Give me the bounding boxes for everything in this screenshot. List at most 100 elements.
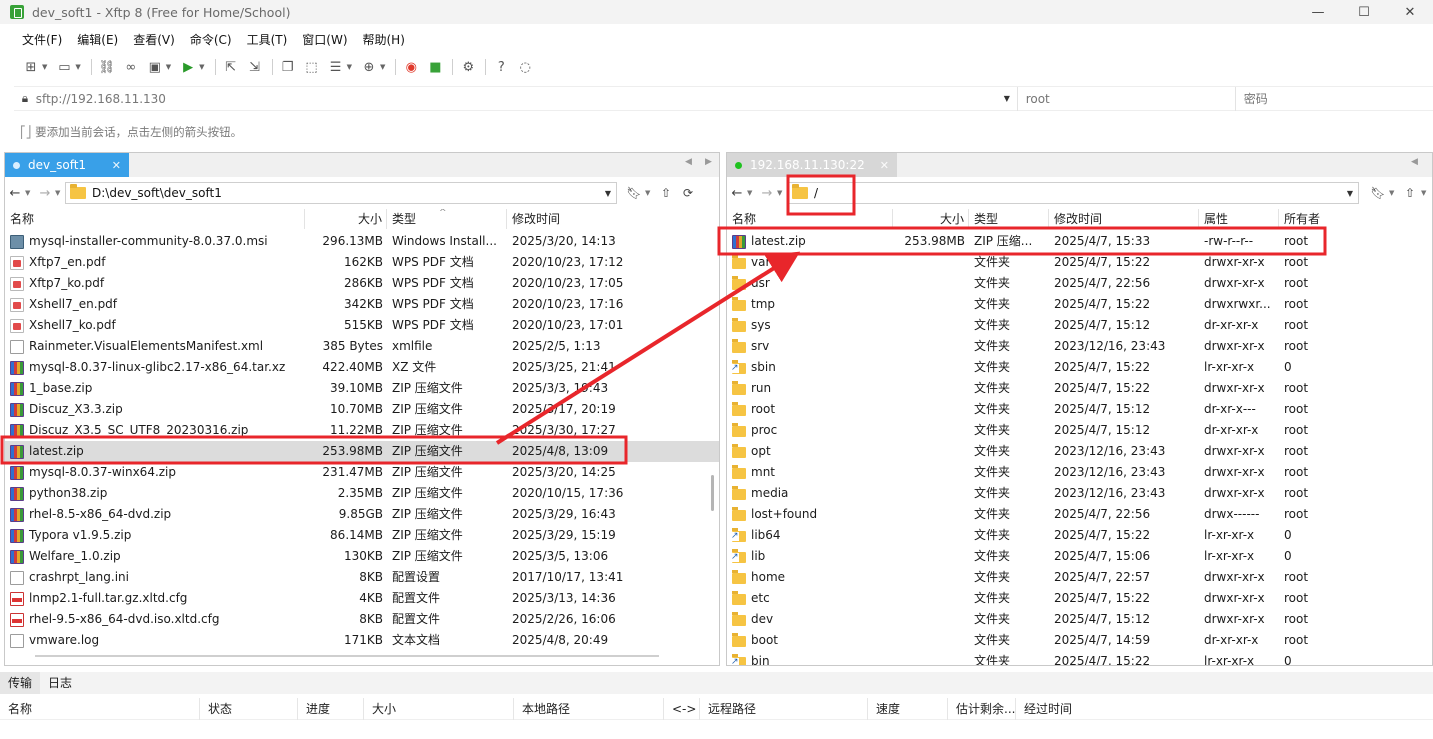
menu-file[interactable]: 文件(F) [22, 31, 62, 48]
file-row[interactable]: lib64 文件夹 2025/4/7, 15:22 lr-xr-xr-x 0 [727, 525, 1432, 546]
file-row[interactable]: opt 文件夹 2023/12/16, 23:43 drwxr-xr-x root [727, 441, 1432, 462]
file-row[interactable]: srv 文件夹 2023/12/16, 23:43 drwxr-xr-x root [727, 336, 1432, 357]
transfer-col-remote-path[interactable]: 远程路径 [700, 697, 868, 720]
menu-help[interactable]: 帮助(H) [363, 31, 405, 48]
address-dropdown-icon[interactable]: ▼ [997, 94, 1017, 103]
back-icon[interactable]: ← [727, 186, 747, 201]
file-row[interactable]: run 文件夹 2025/4/7, 15:22 drwxr-xr-x root [727, 378, 1432, 399]
file-row[interactable]: media 文件夹 2023/12/16, 23:43 drwxr-xr-x root [727, 483, 1432, 504]
xftp-icon[interactable]: ■ [426, 58, 444, 76]
file-row[interactable]: Welfare_1.0.zip 130KB ZIP 压缩文件 2025/3/5, 13… [5, 546, 719, 567]
file-row[interactable]: Discuz_X3.3.zip 10.70MB ZIP 压缩文件 2025/3/17,… [5, 399, 719, 420]
file-row[interactable]: proc 文件夹 2025/4/7, 15:12 dr-xr-xr-x root [727, 420, 1432, 441]
copy-icon[interactable]: ❐ [279, 58, 297, 76]
reconnect-icon[interactable]: ∞ [122, 58, 140, 76]
file-row[interactable]: rhel-9.5-x86_64-dvd.iso.xltd.cfg 8KB 配置文件 2… [5, 609, 719, 630]
file-row[interactable]: tmp 文件夹 2025/4/7, 15:22 drwxrwxr... root [727, 294, 1432, 315]
help-icon[interactable]: ? [492, 58, 510, 76]
tab-transfer[interactable]: 传输 [0, 672, 41, 694]
tab-next-icon[interactable]: ▶ [705, 157, 712, 167]
chevron-down-icon[interactable]: ▼ [380, 63, 385, 71]
chevron-down-icon[interactable]: ▼ [199, 63, 204, 71]
transfer-col-direction[interactable]: <-> [664, 697, 700, 720]
bookmark-icon[interactable]: 🔖︎ [623, 186, 645, 200]
menu-tools[interactable]: 工具(T) [247, 31, 288, 48]
file-row[interactable]: Xshell7_ko.pdf 515KB WPS PDF 文档 2020/10/23,… [5, 315, 719, 336]
close-icon[interactable]: ✕ [880, 159, 889, 172]
file-row[interactable]: mysql-8.0.37-winx64.zip 231.47MB ZIP 压缩文件 2… [5, 462, 719, 483]
column-header-modified[interactable]: 修改时间 [507, 209, 707, 229]
transfer-col-speed[interactable]: 速度 [868, 697, 948, 720]
maximize-button[interactable]: ☐ [1341, 0, 1387, 24]
chevron-down-icon[interactable]: ▼ [777, 189, 787, 197]
tab-remote-session[interactable]: 192.168.11.130:22 ✕ [727, 153, 897, 177]
chevron-down-icon[interactable]: ▼ [75, 63, 80, 71]
file-row[interactable]: lost+found 文件夹 2025/4/7, 22:56 drwx------ ro… [727, 504, 1432, 525]
chevron-down-icon[interactable]: ▼ [600, 189, 616, 198]
globe-icon[interactable]: ⊕ [360, 58, 378, 76]
list-view-icon[interactable]: ☰ [327, 58, 345, 76]
column-header-name[interactable]: 名称 [727, 209, 893, 229]
disconnect-icon[interactable]: ⛓ [98, 58, 116, 76]
local-vertical-scrollbar[interactable] [711, 475, 714, 511]
file-row[interactable]: mysql-8.0.37-linux-glibc2.17-x86_64.tar.… [5, 357, 719, 378]
menu-edit[interactable]: 编辑(E) [77, 31, 118, 48]
file-row[interactable]: Discuz_X3.5_SC_UTF8_20230316.zip 11.22MB Z… [5, 420, 719, 441]
file-row[interactable]: lnmp2.1-full.tar.gz.xltd.cfg 4KB 配置文件 2025/… [5, 588, 719, 609]
chevron-down-icon[interactable]: ▼ [1342, 189, 1358, 198]
file-row[interactable]: 1_base.zip 39.10MB ZIP 压缩文件 2025/3/3, 19:43 [5, 378, 719, 399]
chevron-down-icon[interactable]: ▼ [1389, 189, 1399, 197]
chevron-down-icon[interactable]: ▼ [25, 189, 35, 197]
refresh-icon[interactable]: ⟳ [677, 186, 699, 200]
transfer-col-local-path[interactable]: 本地路径 [514, 697, 664, 720]
transfer-col-name[interactable]: 名称 [0, 697, 200, 720]
column-header-type[interactable]: 类型 ^ [387, 209, 507, 229]
transfer-icon[interactable]: ▶ [179, 58, 197, 76]
minimize-button[interactable]: — [1295, 0, 1341, 24]
close-button[interactable]: ✕ [1387, 0, 1433, 24]
column-header-attributes[interactable]: 属性 [1199, 209, 1279, 229]
file-row[interactable]: mnt 文件夹 2023/12/16, 23:43 drwxr-xr-x root [727, 462, 1432, 483]
file-row[interactable]: Rainmeter.VisualElementsManifest.xml 385 … [5, 336, 719, 357]
back-icon[interactable]: ← [5, 186, 25, 201]
file-row[interactable]: dev 文件夹 2025/4/7, 15:12 drwxr-xr-x root [727, 609, 1432, 630]
file-row[interactable]: boot 文件夹 2025/4/7, 14:59 dr-xr-xr-x root [727, 630, 1432, 651]
file-row[interactable]: bin 文件夹 2025/4/7, 15:22 lr-xr-xr-x 0 [727, 651, 1432, 665]
file-row[interactable]: rhel-8.5-x86_64-dvd.zip 9.85GB ZIP 压缩文件 202… [5, 504, 719, 525]
file-row[interactable]: Xshell7_en.pdf 342KB WPS PDF 文档 2020/10/23,… [5, 294, 719, 315]
session-icon[interactable]: ▣ [146, 58, 164, 76]
file-row[interactable]: crashrpt_lang.ini 8KB 配置设置 2017/10/17, 13:4… [5, 567, 719, 588]
bookmark-icon[interactable]: 🔖︎ [1367, 186, 1389, 200]
chevron-down-icon[interactable]: ▼ [166, 63, 171, 71]
file-row[interactable]: latest.zip 253.98MB ZIP 压缩... 2025/4/7, 15:… [727, 231, 1432, 252]
tab-prev-icon[interactable]: ◀ [685, 157, 692, 167]
chevron-down-icon[interactable]: ▼ [747, 189, 757, 197]
file-row[interactable]: python38.zip 2.35MB ZIP 压缩文件 2020/10/15, 17… [5, 483, 719, 504]
menu-command[interactable]: 命令(C) [190, 31, 232, 48]
column-header-size[interactable]: 大小 [893, 209, 969, 229]
file-row[interactable]: sbin 文件夹 2025/4/7, 15:22 lr-xr-xr-x 0 [727, 357, 1432, 378]
file-row[interactable]: vmware.log 171KB 文本文档 2025/4/8, 20:49 [5, 630, 719, 651]
transfer-col-progress[interactable]: 进度 [298, 697, 364, 720]
close-icon[interactable]: ✕ [112, 159, 121, 172]
new-session-icon[interactable]: ⊞ [22, 58, 40, 76]
menu-window[interactable]: 窗口(W) [302, 31, 347, 48]
transfer-col-elapsed[interactable]: 经过时间 [1016, 698, 1106, 720]
column-header-modified[interactable]: 修改时间 [1049, 209, 1199, 229]
column-header-owner[interactable]: 所有者 [1279, 209, 1359, 229]
chevron-down-icon[interactable]: ▼ [1421, 189, 1431, 197]
select-icon[interactable]: ⬚ [303, 58, 321, 76]
column-header-name[interactable]: 名称 [5, 209, 305, 229]
file-row[interactable]: var 文件夹 2025/4/7, 15:22 drwxr-xr-x root [727, 252, 1432, 273]
host-address-input[interactable] [35, 91, 997, 106]
tab-log[interactable]: 日志 [40, 672, 80, 694]
chevron-down-icon[interactable]: ▼ [42, 63, 47, 71]
file-row[interactable]: home 文件夹 2025/4/7, 22:57 drwxr-xr-x root [727, 567, 1432, 588]
file-row[interactable]: root 文件夹 2025/4/7, 15:12 dr-xr-x--- root [727, 399, 1432, 420]
xshell-icon[interactable]: ◉ [402, 58, 420, 76]
local-horizontal-scrollbar[interactable] [35, 655, 659, 657]
chevron-down-icon[interactable]: ▼ [645, 189, 655, 197]
menu-view[interactable]: 查看(V) [133, 31, 175, 48]
parent-folder-icon[interactable]: ⇧ [655, 186, 677, 200]
file-row[interactable]: Typora v1.9.5.zip 86.14MB ZIP 压缩文件 2025/3/2… [5, 525, 719, 546]
